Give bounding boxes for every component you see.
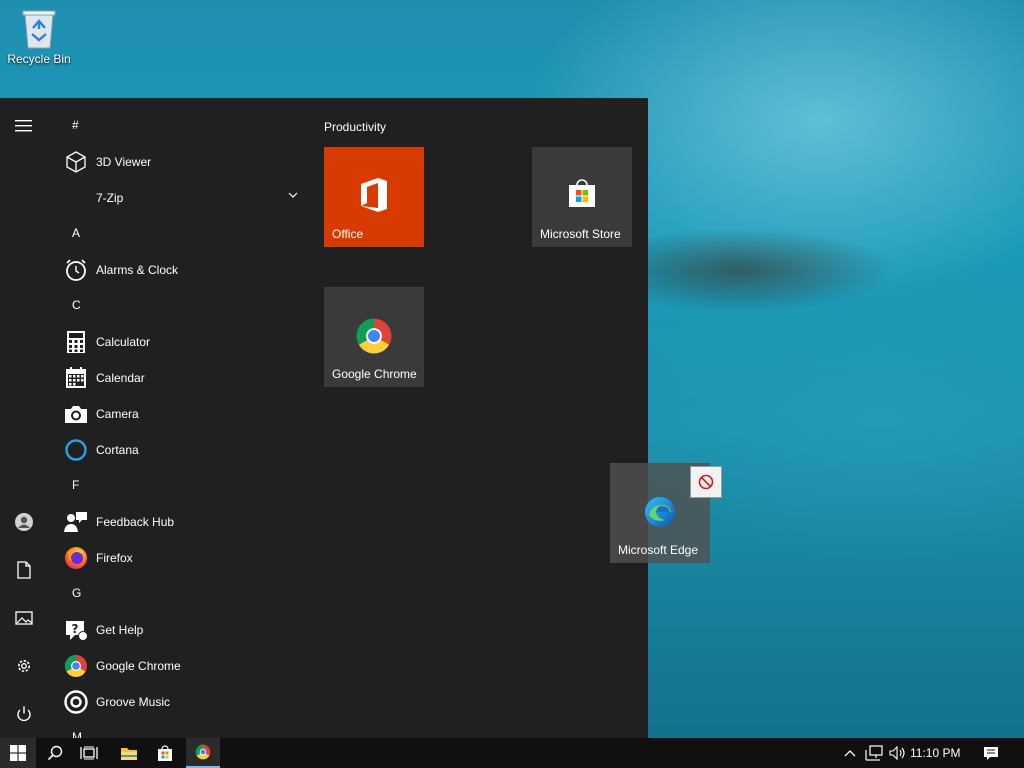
- app-name: 3D Viewer: [96, 155, 152, 169]
- notification-icon: [984, 746, 998, 760]
- expand-menu-button[interactable]: [0, 106, 48, 146]
- hamburger-icon: [15, 120, 32, 132]
- app-item-camera[interactable]: Camera: [56, 396, 312, 432]
- network-button[interactable]: [862, 738, 886, 768]
- speaker-icon: [889, 746, 905, 760]
- app-item-cortana[interactable]: Cortana: [56, 432, 312, 468]
- clock-icon: [64, 258, 88, 282]
- chevron-up-icon: [844, 750, 856, 757]
- file-explorer-taskbar-button[interactable]: [112, 738, 146, 768]
- tile-label: Google Chrome: [332, 367, 417, 381]
- app-name: Feedback Hub: [96, 515, 175, 529]
- camera-icon: [64, 402, 88, 426]
- power-icon: [17, 706, 31, 722]
- document-icon: [17, 561, 31, 579]
- app-name: Google Chrome: [96, 659, 181, 673]
- groove-icon: [64, 690, 88, 714]
- settings-button[interactable]: [0, 646, 48, 686]
- app-item-groove-music[interactable]: Groove Music: [56, 684, 312, 720]
- microsoft-store-tile[interactable]: Microsoft Store: [532, 147, 632, 247]
- app-item-3d-viewer[interactable]: 3D Viewer: [56, 144, 312, 180]
- app-item-alarms-clock[interactable]: Alarms & Clock: [56, 252, 312, 288]
- network-icon: [865, 745, 883, 761]
- section-header-c[interactable]: C: [56, 288, 312, 324]
- calendar-icon: [64, 366, 88, 390]
- taskbar: 11:10 PM: [0, 738, 1024, 768]
- office-icon: [324, 177, 424, 213]
- section-header-g[interactable]: G: [56, 576, 312, 612]
- app-item-calendar[interactable]: Calendar: [56, 360, 312, 396]
- app-name: Alarms & Clock: [96, 263, 179, 277]
- feedback-icon: [64, 510, 88, 534]
- store-taskbar-button[interactable]: [148, 738, 182, 768]
- app-item-7-zip[interactable]: 7-Zip: [56, 180, 312, 216]
- tile-label: Office: [332, 227, 364, 241]
- documents-button[interactable]: [0, 550, 48, 590]
- app-name: Camera: [96, 407, 139, 421]
- start-menu: # 3D Viewer 7-Zip A Alarms & Clock C Cal…: [0, 98, 648, 738]
- power-button[interactable]: [0, 694, 48, 734]
- search-button[interactable]: [38, 738, 72, 768]
- section-header-f[interactable]: F: [56, 468, 312, 504]
- windows-logo-icon: [10, 745, 26, 761]
- task-view-button[interactable]: [72, 738, 106, 768]
- account-button[interactable]: [0, 502, 48, 542]
- gear-icon: [18, 660, 30, 672]
- app-name: Calendar: [96, 371, 145, 385]
- volume-button[interactable]: [886, 738, 910, 768]
- tile-label: Microsoft Edge: [618, 543, 699, 557]
- chrome-taskbar-button[interactable]: [186, 738, 220, 768]
- app-item-firefox[interactable]: Firefox: [56, 540, 312, 576]
- app-item-calculator[interactable]: Calculator: [56, 324, 312, 360]
- chrome-icon: [195, 744, 211, 760]
- app-name: Get Help: [96, 623, 144, 637]
- section-header-a[interactable]: A: [56, 216, 312, 252]
- task-view-icon: [80, 746, 98, 760]
- start-menu-rail: [0, 98, 48, 738]
- app-item-feedback-hub[interactable]: Feedback Hub: [56, 504, 312, 540]
- picture-icon: [15, 611, 33, 625]
- svg-text:?: ?: [72, 622, 79, 636]
- app-item-google-chrome[interactable]: Google Chrome: [56, 648, 312, 684]
- user-icon: [15, 513, 33, 531]
- tile-group-title[interactable]: Productivity: [324, 120, 386, 134]
- help-icon: ?: [64, 618, 88, 642]
- taskbar-clock[interactable]: 11:10 PM: [910, 738, 960, 768]
- chrome-icon: [64, 654, 88, 678]
- recycle-bin-icon: [19, 6, 59, 50]
- prohibited-icon: [698, 474, 714, 490]
- no-drop-indicator: [690, 466, 722, 498]
- tile-label: Microsoft Store: [540, 227, 621, 241]
- app-item-get-help[interactable]: ? Get Help: [56, 612, 312, 648]
- show-hidden-icons-button[interactable]: [840, 738, 860, 768]
- section-header-hash[interactable]: #: [56, 108, 312, 144]
- app-name: 7-Zip: [96, 191, 124, 205]
- folder-icon: [121, 747, 137, 760]
- app-name: Cortana: [96, 443, 139, 457]
- folder-icon: [64, 186, 88, 210]
- recycle-bin-desktop-icon[interactable]: Recycle Bin: [4, 6, 74, 66]
- google-chrome-tile[interactable]: Google Chrome: [324, 287, 424, 387]
- chrome-icon: [324, 317, 424, 355]
- app-name: Calculator: [96, 335, 151, 349]
- chevron-down-icon: [288, 192, 298, 198]
- app-list: # 3D Viewer 7-Zip A Alarms & Clock C Cal…: [56, 108, 312, 738]
- recycle-bin-label: Recycle Bin: [7, 52, 71, 66]
- action-center-button[interactable]: [976, 738, 1006, 768]
- start-button[interactable]: [0, 738, 36, 768]
- store-icon: [532, 177, 632, 209]
- search-icon: [47, 745, 63, 761]
- app-name: Groove Music: [96, 695, 171, 709]
- office-tile[interactable]: Office: [324, 147, 424, 247]
- section-header-m[interactable]: M: [56, 720, 312, 738]
- cube-icon: [64, 150, 88, 174]
- edge-icon: [610, 495, 710, 529]
- app-name: Firefox: [96, 551, 133, 565]
- calculator-icon: [64, 330, 88, 354]
- store-icon: [158, 744, 172, 761]
- cortana-icon: [64, 438, 88, 462]
- firefox-icon: [64, 546, 88, 570]
- pictures-button[interactable]: [0, 598, 48, 638]
